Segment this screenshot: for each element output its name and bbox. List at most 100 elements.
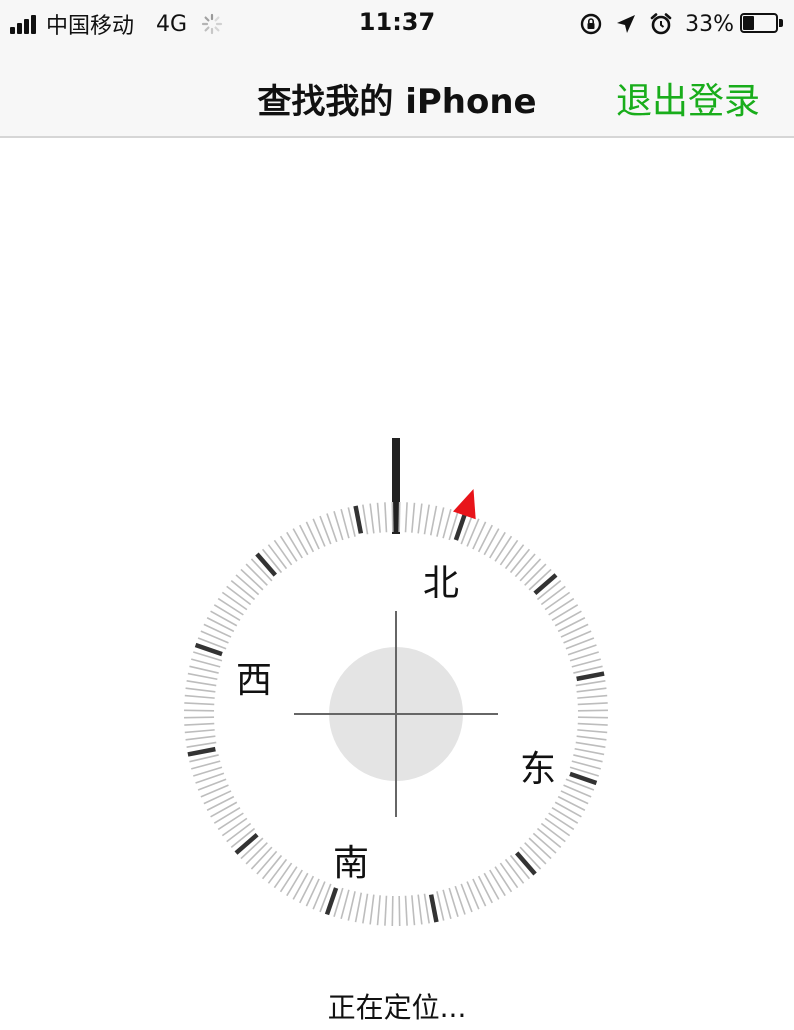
compass-minor-tick	[184, 694, 215, 699]
compass-minor-tick	[376, 502, 381, 533]
compass-minor-tick	[261, 854, 283, 880]
locating-status: 正在定位...	[327, 991, 467, 1024]
activity-spinner-icon	[201, 13, 223, 35]
compass-minor-tick	[347, 507, 356, 537]
compass-minor-tick	[203, 790, 232, 805]
compass-minor-tick	[494, 535, 513, 562]
compass-minor-tick	[411, 502, 416, 533]
compass-minor-tick	[221, 817, 248, 837]
compass-minor-tick	[184, 709, 215, 712]
carrier-name: 中国移动	[46, 14, 135, 39]
compass-minor-tick	[573, 754, 603, 763]
compass-minor-tick	[483, 528, 500, 556]
orientation-lock-icon	[580, 13, 602, 35]
compass-minor-tick	[391, 502, 394, 533]
compass-minor-tick	[557, 617, 586, 633]
compass-minor-tick	[391, 895, 394, 926]
compass-minor-tick	[554, 610, 582, 627]
compass-minor-tick	[509, 548, 531, 574]
compass-minor-tick	[499, 862, 519, 889]
direction-east: 东	[520, 749, 557, 790]
compass-minor-tick	[369, 503, 375, 534]
network-type: 4G	[156, 11, 188, 37]
compass-minor-tick	[217, 597, 244, 616]
compass-major-tick	[428, 894, 439, 923]
navigation-bar: 查找我的 iPhone 退出登录	[0, 46, 794, 138]
compass-minor-tick	[571, 760, 601, 770]
compass-minor-tick	[273, 862, 293, 889]
compass-minor-tick	[477, 524, 493, 553]
compass-minor-tick	[404, 895, 408, 926]
compass-minor-tick	[186, 741, 217, 748]
compass-minor-tick	[557, 795, 586, 811]
compass-minor-tick	[417, 503, 423, 534]
compass-minor-tick	[575, 741, 606, 748]
compass-minor-tick	[305, 878, 320, 907]
compass-minor-tick	[305, 521, 320, 550]
battery-percent: 33%	[685, 11, 734, 37]
status-bar-left: 中国移动 4G	[10, 10, 223, 39]
compass-minor-tick	[571, 658, 601, 668]
compass-major-tick	[234, 833, 259, 855]
compass-minor-tick	[442, 889, 452, 919]
compass-minor-tick	[519, 558, 542, 582]
compass-minor-tick	[574, 747, 605, 756]
compass-minor-tick	[240, 568, 264, 591]
compass-minor-tick	[551, 604, 579, 621]
compass-minor-tick	[384, 895, 388, 926]
compass-minor-tick	[206, 617, 235, 633]
compass-minor-tick	[184, 722, 215, 726]
logout-button[interactable]: 退出登录	[616, 72, 760, 124]
compass-minor-tick	[544, 817, 571, 837]
compass-minor-tick	[210, 801, 238, 818]
compass-dial	[184, 438, 608, 926]
compass-minor-tick	[524, 842, 547, 865]
compass-minor-tick	[189, 665, 219, 674]
compass-minor-tick	[494, 866, 513, 893]
compass-minor-tick	[186, 680, 217, 687]
compass-minor-tick	[411, 895, 416, 926]
compass-minor-tick	[235, 574, 260, 596]
compass-minor-tick	[226, 822, 252, 843]
compass-minor-tick	[548, 812, 575, 831]
compass-minor-tick	[540, 585, 566, 606]
compass-minor-tick	[404, 502, 408, 533]
compass-minor-tick	[210, 610, 238, 627]
compass-minor-tick	[213, 807, 241, 824]
compass-minor-tick	[577, 702, 608, 706]
compass-minor-tick	[354, 892, 363, 923]
compass-minor-tick	[191, 760, 221, 770]
compass-minor-tick	[245, 563, 268, 586]
compass-minor-tick	[203, 623, 232, 638]
compass-minor-tick	[536, 827, 562, 849]
compass-minor-tick	[528, 837, 552, 860]
compass-minor-tick	[340, 509, 350, 539]
compass-minor-tick	[524, 563, 547, 586]
compass-minor-tick	[267, 858, 288, 884]
compass-minor-tick	[362, 893, 369, 924]
location-arrow-icon	[617, 15, 636, 33]
compass-minor-tick	[577, 694, 608, 699]
compass-minor-tick	[299, 875, 315, 904]
compass-major-tick	[187, 746, 216, 757]
compass-minor-tick	[206, 795, 235, 811]
compass-minor-tick	[540, 822, 566, 843]
compass-minor-tick	[213, 604, 241, 621]
compass-minor-tick	[230, 579, 256, 601]
compass-minor-tick	[554, 801, 582, 818]
compass-minor-tick	[573, 665, 603, 674]
status-bar: 中国移动 4G 11:37 33%	[0, 0, 794, 46]
status-bar-right: 33%	[567, 9, 784, 39]
compass-minor-tick	[504, 858, 525, 884]
compass-minor-tick	[273, 539, 293, 566]
compass-minor-tick	[221, 591, 248, 611]
compass-minor-tick	[292, 528, 309, 556]
compass-minor-tick	[423, 504, 430, 535]
compass-minor-tick	[504, 544, 525, 570]
compass-minor-tick	[376, 895, 381, 926]
compass-minor-tick	[187, 672, 218, 681]
compass-minor-tick	[184, 729, 215, 734]
compass-minor-tick	[226, 585, 252, 606]
compass-minor-tick	[483, 872, 500, 900]
compass-minor-tick	[189, 754, 219, 763]
